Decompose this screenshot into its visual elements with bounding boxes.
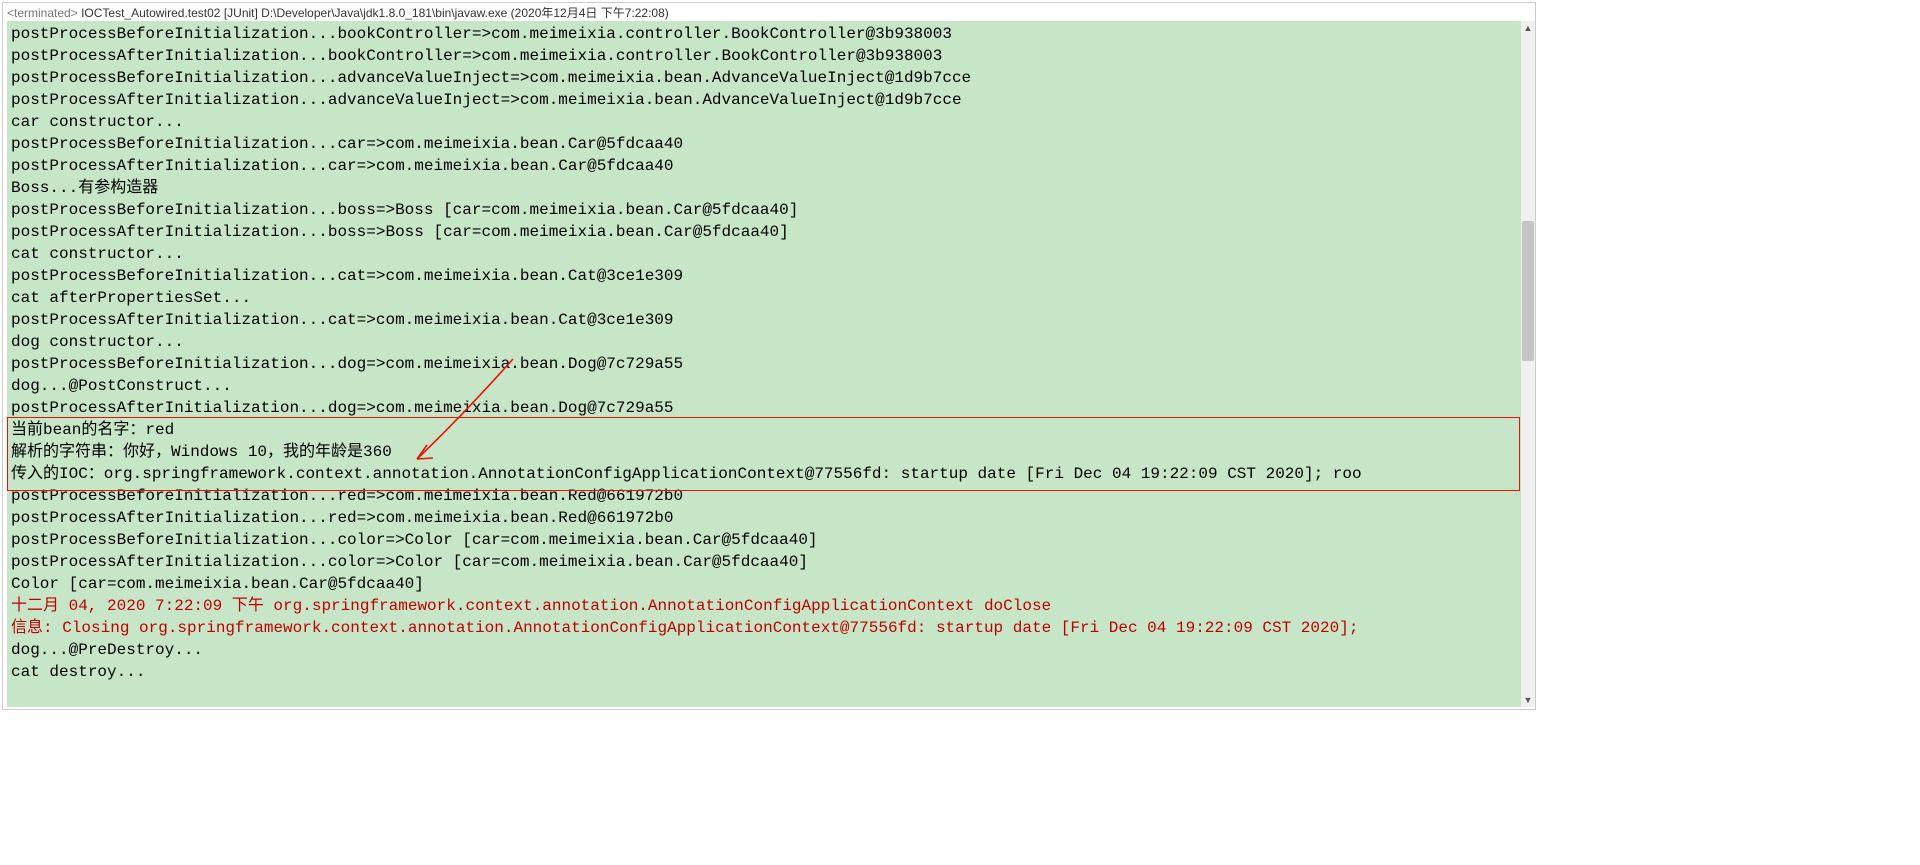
run-state: <terminated>	[7, 6, 78, 20]
jvm-path: D:\Developer\Java\jdk1.8.0_181\bin\javaw…	[261, 6, 507, 20]
console-line: postProcessAfterInitialization...dog=>co…	[11, 397, 1519, 419]
console-line: postProcessBeforeInitialization...red=>c…	[11, 485, 1519, 507]
console-line: car constructor...	[11, 111, 1519, 133]
console-line: 传入的IOC：org.springframework.context.annot…	[11, 463, 1519, 485]
console-line: postProcessBeforeInitialization...car=>c…	[11, 133, 1519, 155]
console-line: postProcessBeforeInitialization...bookCo…	[11, 23, 1519, 45]
console-line: postProcessAfterInitialization...cat=>co…	[11, 309, 1519, 331]
console-line: cat afterPropertiesSet...	[11, 287, 1519, 309]
console-line: dog constructor...	[11, 331, 1519, 353]
console-line: Color [car=com.meimeixia.bean.Car@5fdcaa…	[11, 573, 1519, 595]
console-line: cat destroy...	[11, 661, 1519, 683]
console-line: cat constructor...	[11, 243, 1519, 265]
vertical-scrollbar[interactable]: ▲ ▼	[1521, 21, 1535, 707]
console-view: <terminated> IOCTest_Autowired.test02 [J…	[2, 2, 1536, 710]
console-line: postProcessAfterInitialization...car=>co…	[11, 155, 1519, 177]
scroll-area: postProcessBeforeInitialization...bookCo…	[7, 21, 1535, 707]
console-output[interactable]: postProcessBeforeInitialization...bookCo…	[7, 21, 1521, 707]
console-line: 十二月 04, 2020 7:22:09 下午 org.springframew…	[11, 595, 1519, 617]
console-line: postProcessAfterInitialization...advance…	[11, 89, 1519, 111]
scroll-thumb[interactable]	[1522, 221, 1534, 361]
console-line: 当前bean的名字：red	[11, 419, 1519, 441]
console-line: Boss...有参构造器	[11, 177, 1519, 199]
console-line: 信息: Closing org.springframework.context.…	[11, 617, 1519, 639]
console-line: postProcessBeforeInitialization...color=…	[11, 529, 1519, 551]
console-line: postProcessBeforeInitialization...boss=>…	[11, 199, 1519, 221]
console-line: postProcessBeforeInitialization...advanc…	[11, 67, 1519, 89]
run-time: (2020年12月4日 下午7:22:08)	[511, 6, 669, 20]
console-line: 解析的字符串：你好，Windows 10，我的年龄是360	[11, 441, 1519, 463]
test-name: IOCTest_Autowired.test02	[81, 6, 220, 20]
test-suite: [JUnit]	[224, 6, 258, 20]
console-line: postProcessAfterInitialization...bookCon…	[11, 45, 1519, 67]
console-line: postProcessAfterInitialization...red=>co…	[11, 507, 1519, 529]
scroll-down-icon[interactable]: ▼	[1521, 693, 1535, 707]
scroll-up-icon[interactable]: ▲	[1521, 21, 1535, 35]
console-line: dog...@PreDestroy...	[11, 639, 1519, 661]
console-line: postProcessAfterInitialization...boss=>B…	[11, 221, 1519, 243]
console-line: dog...@PostConstruct...	[11, 375, 1519, 397]
console-line: postProcessBeforeInitialization...cat=>c…	[11, 265, 1519, 287]
console-line: postProcessAfterInitialization...color=>…	[11, 551, 1519, 573]
console-header: <terminated> IOCTest_Autowired.test02 [J…	[3, 3, 1535, 21]
console-line: postProcessBeforeInitialization...dog=>c…	[11, 353, 1519, 375]
